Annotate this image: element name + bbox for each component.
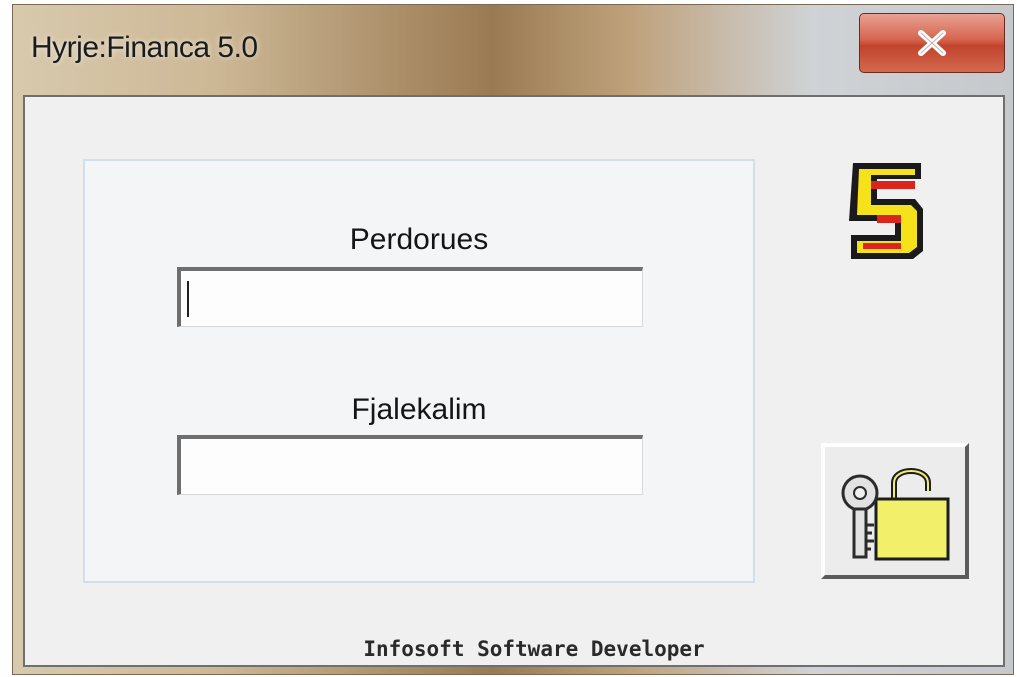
- username-label: Perdorues: [349, 223, 489, 256]
- dialog-body: Perdorues Fjalekalim Infosoft Software D…: [23, 95, 1005, 667]
- password-input[interactable]: [177, 435, 643, 495]
- window-title: Hyrje:Financa 5.0: [31, 31, 258, 64]
- username-input[interactable]: [177, 267, 643, 327]
- key-and-padlock-icon: [841, 468, 950, 561]
- close-icon: [918, 30, 946, 56]
- footer-credit: Infosoft Software Developer: [363, 637, 705, 661]
- login-panel: Perdorues Fjalekalim: [83, 159, 755, 583]
- close-button[interactable]: [859, 13, 1005, 73]
- password-label: Fjalekalim: [351, 393, 487, 426]
- text-caret: [187, 281, 189, 317]
- title-bar[interactable]: Hyrje:Financa 5.0: [13, 5, 1013, 93]
- login-button[interactable]: [821, 443, 969, 579]
- login-window: Hyrje:Financa 5.0 Perdorues Fjalekalim I…: [12, 4, 1014, 675]
- financa-5-logo: [849, 163, 923, 259]
